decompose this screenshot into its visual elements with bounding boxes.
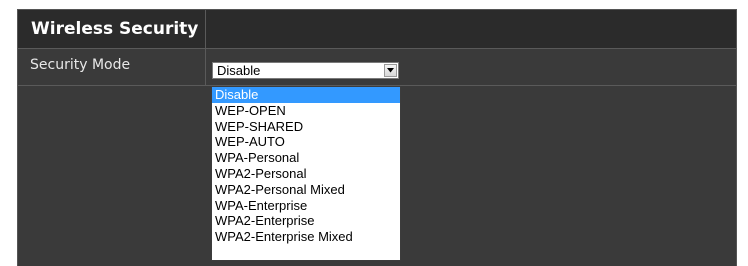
section-header: Wireless Security xyxy=(18,10,736,49)
dropdown-option-wpa2-personal[interactable]: WPA2-Personal xyxy=(212,166,400,182)
dropdown-option-wpa2-enterprise[interactable]: WPA2-Enterprise xyxy=(212,213,400,229)
dropdown-option-wep-open[interactable]: WEP-OPEN xyxy=(212,103,400,119)
dropdown-option-wep-auto[interactable]: WEP-AUTO xyxy=(212,134,400,150)
chevron-down-icon xyxy=(387,68,394,73)
dropdown-option-wpa-personal[interactable]: WPA-Personal xyxy=(212,150,400,166)
security-mode-selected-value: Disable xyxy=(217,63,261,78)
security-mode-dropdown-list: Disable WEP-OPEN WEP-SHARED WEP-AUTO WPA… xyxy=(211,86,401,261)
dropdown-option-wpa2-enterprise-mixed[interactable]: WPA2-Enterprise Mixed xyxy=(212,229,400,245)
dropdown-option-wep-shared[interactable]: WEP-SHARED xyxy=(212,119,400,135)
dropdown-option-wpa2-personal-mixed[interactable]: WPA2-Personal Mixed xyxy=(212,182,400,198)
header-divider xyxy=(205,10,206,48)
section-title: Wireless Security xyxy=(31,19,199,39)
dropdown-option-wpa-enterprise[interactable]: WPA-Enterprise xyxy=(212,198,400,214)
security-mode-select[interactable]: Disable xyxy=(212,62,399,79)
security-mode-label: Security Mode xyxy=(30,57,131,73)
row-divider xyxy=(205,49,206,85)
dropdown-arrow-button[interactable] xyxy=(384,64,397,77)
dropdown-option-disable[interactable]: Disable xyxy=(212,87,400,103)
security-mode-row: Security Mode Disable xyxy=(18,49,736,86)
